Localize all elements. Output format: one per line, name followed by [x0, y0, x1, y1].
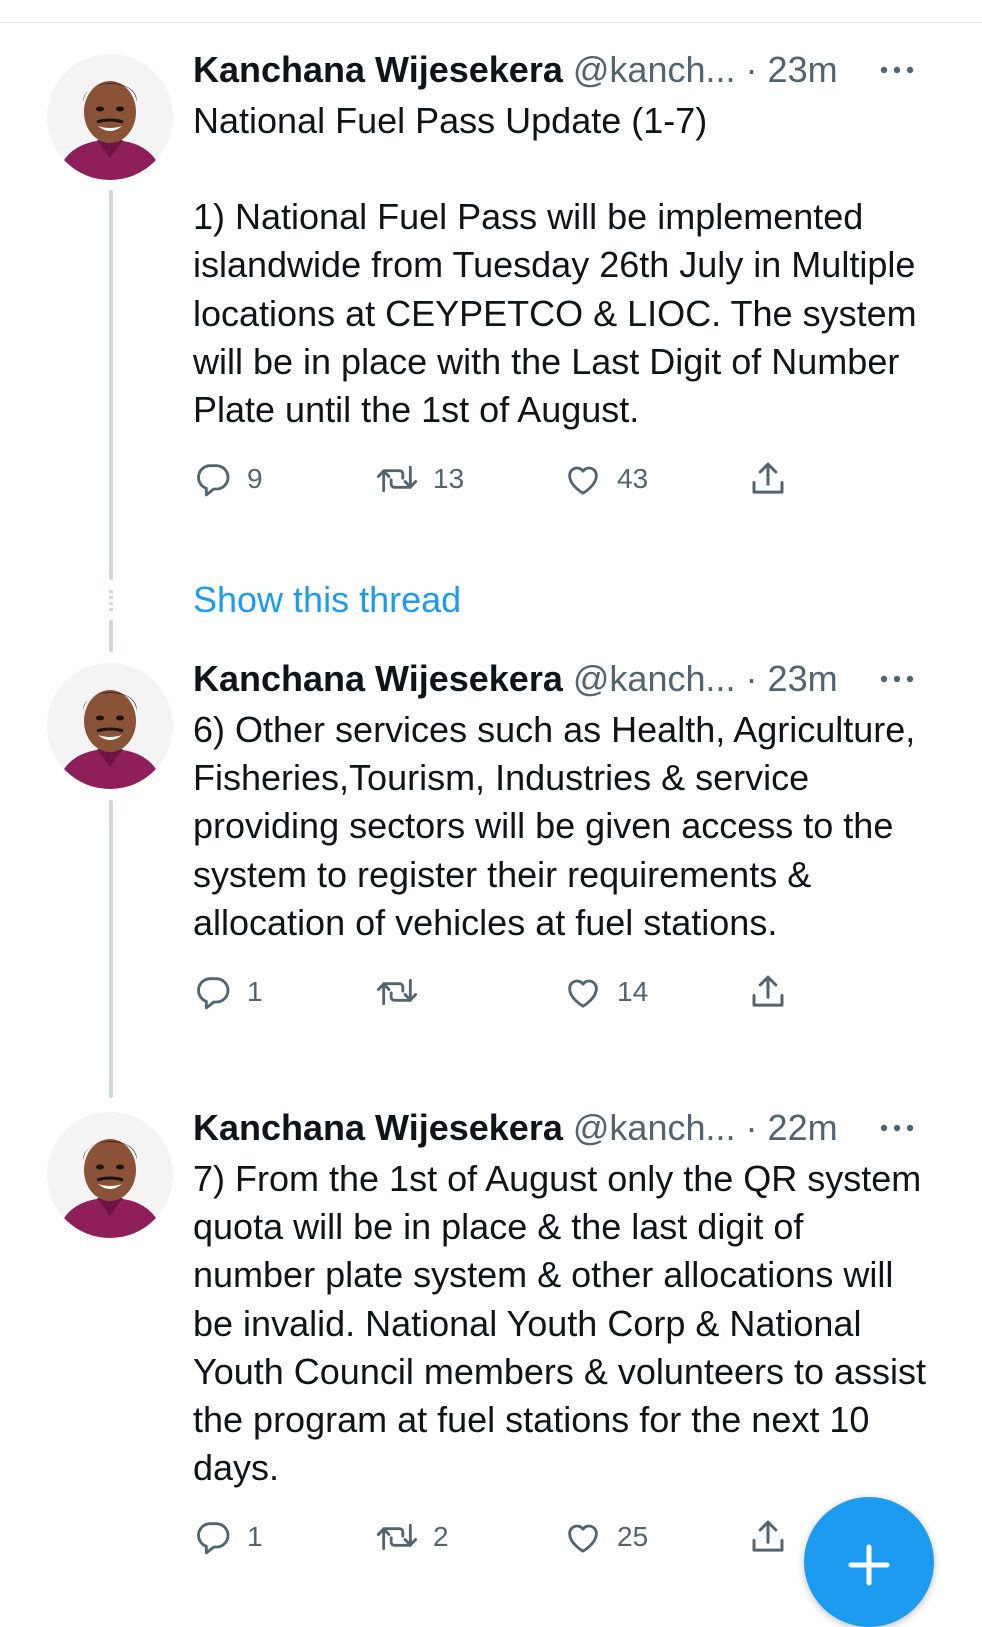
- tweet-body: 6) Other services such as Health, Agricu…: [193, 706, 933, 947]
- compose-tweet-button[interactable]: [804, 1497, 934, 1627]
- tweet[interactable]: Kanchana Wijesekera @kanch... · 22m 7) F…: [193, 1106, 933, 1562]
- like-count: 43: [617, 463, 649, 495]
- retweet-icon: [376, 1524, 418, 1551]
- share-icon: [752, 1521, 784, 1553]
- tweet[interactable]: Kanchana Wijesekera @kanch... · 23m Nati…: [193, 48, 933, 504]
- reply-count: 1: [247, 1521, 263, 1553]
- author-handle[interactable]: @kanch...: [573, 1107, 736, 1148]
- author-name[interactable]: Kanchana Wijesekera: [193, 49, 563, 90]
- like-icon: [568, 1525, 598, 1554]
- author-handle[interactable]: @kanch...: [573, 658, 736, 699]
- avatar[interactable]: [47, 663, 173, 789]
- like-count: 14: [617, 976, 649, 1008]
- tweet-text: 6) Other services such as Health, Agricu…: [193, 709, 916, 943]
- like-icon: [568, 466, 598, 495]
- separator-dot: ·: [745, 49, 758, 90]
- tweet-time[interactable]: 22m: [768, 1107, 838, 1148]
- plus-icon: [848, 1544, 890, 1586]
- avatar[interactable]: [47, 54, 173, 180]
- like-button[interactable]: 43: [563, 454, 648, 504]
- share-button[interactable]: [747, 454, 789, 504]
- tweet-body: National Fuel Pass Update (1-7) 1) Natio…: [193, 97, 933, 434]
- more-icon[interactable]: [880, 657, 914, 701]
- like-count: 25: [617, 1521, 649, 1553]
- like-icon: [568, 979, 598, 1008]
- more-icon[interactable]: [880, 48, 914, 92]
- separator-dot: ·: [745, 1107, 758, 1148]
- retweet-count: 13: [433, 463, 465, 495]
- tweet-title: National Fuel Pass Update (1-7): [193, 100, 708, 141]
- tweet-time[interactable]: 23m: [768, 49, 838, 90]
- retweet-button[interactable]: 13: [375, 454, 464, 504]
- retweet-icon: [376, 466, 418, 493]
- share-icon: [752, 975, 784, 1007]
- separator-dot: ·: [745, 658, 758, 699]
- reply-button[interactable]: 9: [193, 454, 263, 504]
- reply-count: 9: [247, 463, 263, 495]
- retweet-icon: [376, 978, 418, 1006]
- more-icon[interactable]: [880, 1106, 914, 1150]
- tweet-header: Kanchana Wijesekera @kanch... · 22m: [193, 1106, 933, 1150]
- like-button[interactable]: 25: [563, 1512, 648, 1562]
- reply-button[interactable]: 1: [193, 967, 263, 1017]
- share-button[interactable]: [747, 1512, 789, 1562]
- author-name[interactable]: Kanchana Wijesekera: [193, 1107, 563, 1148]
- reply-button[interactable]: 1: [193, 1512, 263, 1562]
- thread-gap-dots: [109, 590, 113, 612]
- retweet-count: 2: [433, 1521, 449, 1553]
- reply-icon: [197, 1522, 230, 1555]
- tweet[interactable]: Kanchana Wijesekera @kanch... · 23m 6) O…: [193, 657, 933, 1017]
- share-icon: [752, 462, 784, 494]
- show-thread-link[interactable]: Show this thread: [193, 578, 461, 622]
- share-button[interactable]: [747, 967, 789, 1017]
- tweet-time[interactable]: 23m: [768, 658, 838, 699]
- avatar-image: [47, 663, 173, 789]
- thread-line: [109, 190, 113, 580]
- reply-count: 1: [247, 976, 263, 1008]
- tweet-text: 7) From the 1st of August only the QR sy…: [193, 1158, 927, 1489]
- tweet-body: 7) From the 1st of August only the QR sy…: [193, 1155, 933, 1492]
- tweet-actions: 9 13 43: [193, 454, 933, 504]
- avatar[interactable]: [47, 1112, 173, 1238]
- tweet-text: 1) National Fuel Pass will be implemente…: [193, 196, 917, 431]
- tweet-header: Kanchana Wijesekera @kanch... · 23m: [193, 657, 933, 701]
- avatar-image: [47, 54, 173, 180]
- retweet-button[interactable]: [375, 967, 433, 1017]
- author-name[interactable]: Kanchana Wijesekera: [193, 658, 563, 699]
- top-divider: [0, 22, 982, 23]
- retweet-button[interactable]: 2: [375, 1512, 449, 1562]
- avatar-image: [47, 1112, 173, 1238]
- thread-line: [109, 800, 113, 1098]
- tweet-header: Kanchana Wijesekera @kanch... · 23m: [193, 48, 933, 92]
- author-handle[interactable]: @kanch...: [573, 49, 736, 90]
- like-button[interactable]: 14: [563, 967, 648, 1017]
- thread-line: [109, 620, 113, 652]
- reply-icon: [197, 977, 230, 1010]
- reply-icon: [197, 464, 230, 497]
- tweet-actions: 1 14: [193, 967, 933, 1017]
